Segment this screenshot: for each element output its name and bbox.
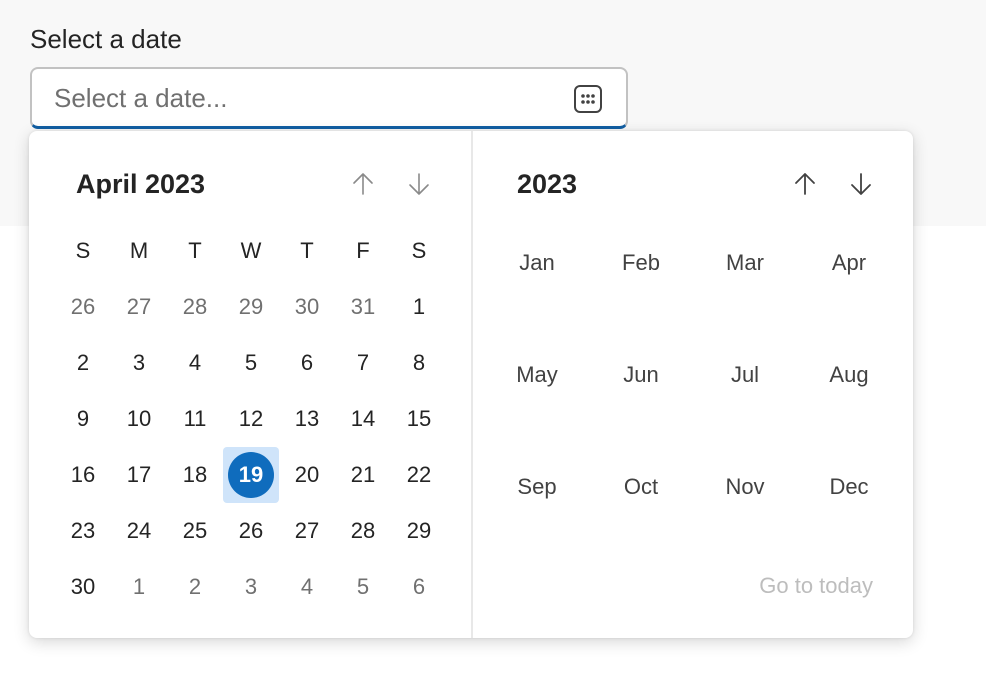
arrow-down-icon[interactable] (843, 166, 879, 202)
day-cell-outside-month[interactable]: 3 (223, 559, 279, 615)
month-cell[interactable]: May (485, 347, 589, 403)
weekday-label: T (300, 238, 314, 263)
arrow-up-icon[interactable] (787, 166, 823, 202)
day-cell[interactable]: 6 (279, 335, 335, 391)
day-cell[interactable]: 15 (391, 391, 447, 447)
selected-day[interactable]: 19 (223, 447, 279, 503)
day-cell-outside-month[interactable]: 28 (167, 279, 223, 335)
day-cell[interactable]: 21 (335, 447, 391, 503)
day-cell-outside-month[interactable]: 6 (391, 559, 447, 615)
day-cell[interactable]: 26 (223, 503, 279, 559)
day-cell-outside-month[interactable]: 1 (111, 559, 167, 615)
month-cell[interactable]: Oct (589, 459, 693, 515)
day-cell[interactable]: 9 (55, 391, 111, 447)
day-cell[interactable]: 14 (335, 391, 391, 447)
weekday-label: S (411, 238, 427, 263)
day-cell[interactable]: 30 (55, 559, 111, 615)
day-cell[interactable]: 23 (55, 503, 111, 559)
month-cell[interactable]: Dec (797, 459, 901, 515)
day-cell-outside-month[interactable]: 30 (279, 279, 335, 335)
month-cell[interactable]: Nov (693, 459, 797, 515)
divider (471, 131, 473, 638)
day-cell-outside-month[interactable]: 31 (335, 279, 391, 335)
day-cell-outside-month[interactable]: 5 (335, 559, 391, 615)
day-cell[interactable]: 25 (167, 503, 223, 559)
day-cell-outside-month[interactable]: 4 (279, 559, 335, 615)
day-cell[interactable]: 29 (391, 503, 447, 559)
day-cell-outside-month[interactable]: 2 (167, 559, 223, 615)
date-input[interactable] (54, 79, 554, 117)
day-cell[interactable]: 27 (279, 503, 335, 559)
weekday-label: T (188, 238, 202, 263)
day-cell[interactable]: 11 (167, 391, 223, 447)
day-cell[interactable]: 20 (279, 447, 335, 503)
day-cell[interactable]: 5 (223, 335, 279, 391)
day-cell[interactable]: 13 (279, 391, 335, 447)
weekday-label: M (129, 238, 149, 263)
arrow-up-icon[interactable] (345, 166, 381, 202)
month-cell[interactable]: Sep (485, 459, 589, 515)
day-cell[interactable]: 16 (55, 447, 111, 503)
today-marker: 19 (228, 452, 274, 498)
month-cell[interactable]: Jun (589, 347, 693, 403)
month-cell[interactable]: Jul (693, 347, 797, 403)
day-cell[interactable]: 18 (167, 447, 223, 503)
month-cell[interactable]: Feb (589, 235, 693, 291)
day-cell[interactable]: 28 (335, 503, 391, 559)
day-cell-outside-month[interactable]: 26 (55, 279, 111, 335)
day-cell-outside-month[interactable]: 29 (223, 279, 279, 335)
field-label: Select a date (30, 24, 182, 54)
calendar-popup: April 2023 2023 Go to today S M T W T F S 26 27 2… (29, 131, 913, 638)
day-cell[interactable]: 22 (391, 447, 447, 503)
day-cell[interactable]: 1 (391, 279, 447, 335)
arrow-down-icon[interactable] (401, 166, 437, 202)
go-to-today-link[interactable]: Go to today (759, 573, 873, 599)
month-cell[interactable]: Aug (797, 347, 901, 403)
day-cell[interactable]: 2 (55, 335, 111, 391)
year-title[interactable]: 2023 (517, 169, 577, 200)
day-cell[interactable]: 17 (111, 447, 167, 503)
day-cell[interactable]: 3 (111, 335, 167, 391)
calendar-icon[interactable] (573, 84, 603, 114)
month-cell[interactable]: Jan (485, 235, 589, 291)
weekday-label: F (356, 238, 370, 263)
day-cell-outside-month[interactable]: 27 (111, 279, 167, 335)
day-cell[interactable]: 8 (391, 335, 447, 391)
day-cell[interactable]: 7 (335, 335, 391, 391)
day-cell[interactable]: 24 (111, 503, 167, 559)
day-cell[interactable]: 4 (167, 335, 223, 391)
date-input-box[interactable] (30, 67, 628, 129)
weekday-label: W (240, 238, 262, 263)
day-cell[interactable]: 10 (111, 391, 167, 447)
month-cell[interactable]: Mar (693, 235, 797, 291)
month-cell[interactable]: Apr (797, 235, 901, 291)
weekday-label: S (75, 238, 91, 263)
month-title[interactable]: April 2023 (76, 169, 205, 200)
day-cell[interactable]: 12 (223, 391, 279, 447)
